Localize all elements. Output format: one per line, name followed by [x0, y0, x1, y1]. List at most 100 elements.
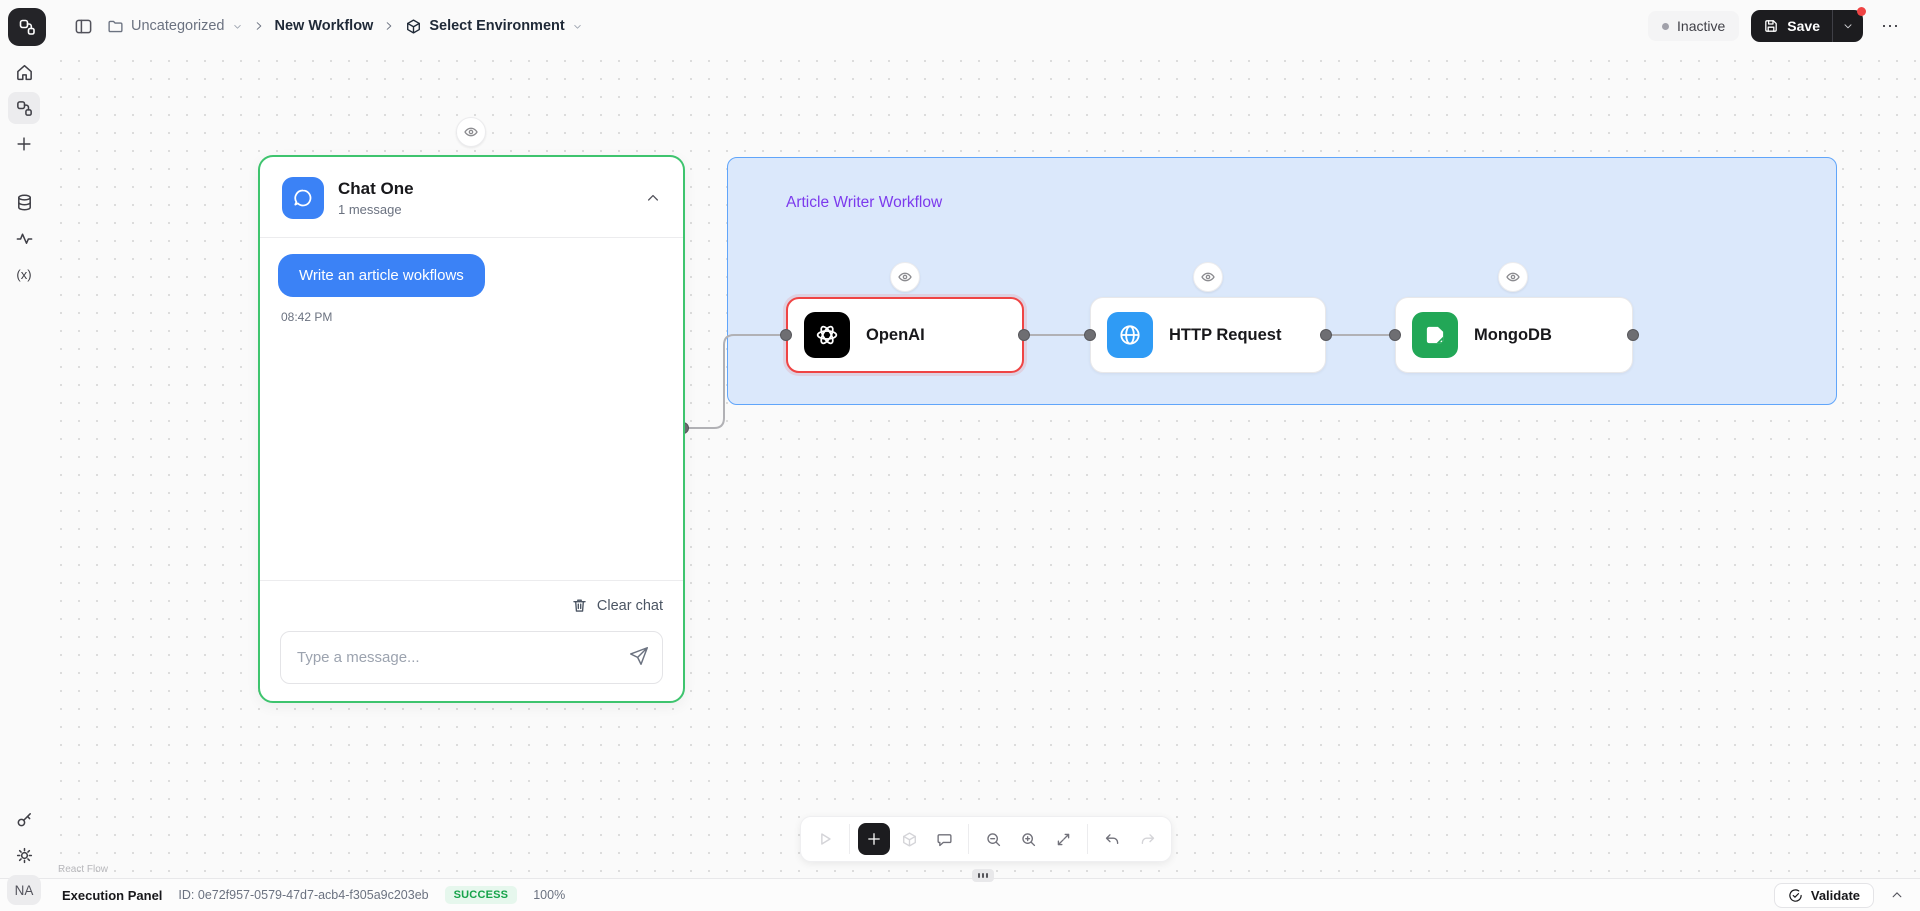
node-openai[interactable]: OpenAI: [786, 297, 1024, 373]
zoom-out-button[interactable]: [977, 823, 1009, 855]
chat-title: Chat One: [338, 179, 414, 199]
play-icon: [816, 830, 834, 848]
node-mongodb[interactable]: MongoDB: [1395, 297, 1633, 373]
sidebar-item-new[interactable]: [8, 128, 40, 160]
validate-button[interactable]: Validate: [1774, 883, 1874, 908]
node-label: MongoDB: [1474, 326, 1552, 345]
zoom-in-icon: [1020, 831, 1037, 848]
sidebar-toggle-icon[interactable]: [70, 13, 97, 40]
http-input-port[interactable]: [1084, 329, 1096, 341]
add-group-button[interactable]: [893, 823, 925, 855]
chat-message-list: Write an article wokflows 08:42 PM: [260, 238, 683, 580]
validate-button-label: Validate: [1811, 888, 1860, 903]
chat-input-wrap: [280, 631, 663, 684]
sidebar-item-credentials[interactable]: [8, 803, 40, 835]
sidebar-item-database[interactable]: [8, 186, 40, 218]
user-avatar[interactable]: NA: [7, 875, 41, 905]
eye-icon: [1200, 269, 1216, 285]
workflow-canvas[interactable]: Article Writer Workflow OpenAI HTTP Requ…: [48, 48, 1920, 878]
save-icon: [1763, 18, 1779, 34]
openai-output-port[interactable]: [1018, 329, 1030, 341]
add-comment-button[interactable]: [928, 823, 960, 855]
execution-run-id: ID: 0e72f957-0579-47d7-acb4-f305a9c203eb: [178, 888, 428, 902]
save-button-label: Save: [1787, 18, 1820, 34]
redo-icon: [1139, 831, 1156, 848]
mongodb-visibility-toggle-icon[interactable]: [1498, 262, 1528, 292]
environment-selector[interactable]: Select Environment: [405, 18, 582, 35]
chat-header-text: Chat One 1 message: [338, 179, 414, 217]
chat-message-count: 1 message: [338, 202, 414, 217]
chevron-down-icon: [1842, 20, 1854, 32]
workflow-status-toggle[interactable]: Inactive: [1648, 11, 1739, 41]
undo-button[interactable]: [1096, 823, 1128, 855]
sidebar-item-home[interactable]: [8, 56, 40, 88]
home-icon: [15, 63, 34, 82]
topbar-actions: Inactive Save ⋯: [1648, 10, 1906, 42]
save-button[interactable]: Save: [1751, 10, 1832, 42]
sidebar-item-settings[interactable]: [8, 839, 40, 871]
run-workflow-button[interactable]: [809, 823, 841, 855]
zoom-in-button[interactable]: [1012, 823, 1044, 855]
chat-message: Write an article wokflows: [278, 254, 485, 297]
openai-input-port[interactable]: [780, 329, 792, 341]
http-output-port[interactable]: [1320, 329, 1332, 341]
chat-footer: Clear chat: [260, 580, 683, 701]
execution-panel-bar: Execution Panel ID: 0e72f957-0579-47d7-a…: [0, 878, 1920, 911]
react-flow-attribution: React Flow: [58, 864, 108, 875]
http-visibility-toggle-icon[interactable]: [1193, 262, 1223, 292]
workflow-group-title: Article Writer Workflow: [786, 194, 942, 212]
workflow-logo-icon: [17, 17, 37, 37]
check-circle-icon: [1788, 888, 1803, 903]
node-http-request[interactable]: HTTP Request: [1090, 297, 1326, 373]
globe-icon: [1107, 312, 1153, 358]
more-options-button[interactable]: ⋯: [1875, 14, 1906, 39]
canvas-toolbar: [800, 816, 1172, 862]
panel-resize-handle[interactable]: [972, 869, 994, 882]
clear-chat-button[interactable]: Clear chat: [571, 593, 663, 618]
chevron-down-icon: [232, 21, 243, 32]
breadcrumb-category[interactable]: Uncategorized: [107, 18, 243, 35]
left-sidebar: (x) NA: [0, 48, 48, 911]
expand-panel-icon[interactable]: [1890, 888, 1904, 902]
cube-icon: [901, 831, 918, 848]
zoom-out-icon: [985, 831, 1002, 848]
mongodb-output-port[interactable]: [1627, 329, 1639, 341]
breadcrumb-workflow-label: New Workflow: [275, 18, 374, 34]
chat-visibility-toggle-icon[interactable]: [456, 117, 486, 147]
chevron-down-icon: [572, 21, 583, 32]
environment-selector-label: Select Environment: [429, 18, 564, 34]
mongodb-input-port[interactable]: [1389, 329, 1401, 341]
chat-collapse-button[interactable]: [645, 190, 661, 206]
breadcrumb: Uncategorized New Workflow Select Enviro…: [70, 13, 583, 40]
chat-actions-row: Clear chat: [280, 593, 663, 618]
openai-icon: [804, 312, 850, 358]
workflow-status-label: Inactive: [1677, 18, 1725, 34]
chevron-right-icon: [253, 20, 265, 32]
send-icon: [628, 645, 650, 667]
unsaved-changes-dot: [1857, 7, 1866, 16]
toolbar-divider: [968, 824, 969, 854]
chat-panel: Chat One 1 message Write an article wokf…: [258, 155, 685, 703]
clear-chat-label: Clear chat: [597, 598, 663, 614]
openai-visibility-toggle-icon[interactable]: [890, 262, 920, 292]
toolbar-divider: [849, 824, 850, 854]
sidebar-item-workflows[interactable]: [8, 92, 40, 124]
sidebar-item-variables[interactable]: (x): [8, 258, 40, 290]
send-message-button[interactable]: [628, 645, 650, 667]
trash-icon: [571, 597, 588, 614]
comment-icon: [936, 831, 953, 848]
activity-icon: [15, 229, 34, 248]
breadcrumb-category-label: Uncategorized: [131, 18, 225, 34]
package-icon: [405, 18, 422, 35]
chat-message-input[interactable]: [280, 631, 663, 684]
breadcrumb-workflow[interactable]: New Workflow: [275, 18, 374, 34]
node-label: OpenAI: [866, 326, 925, 345]
redo-button[interactable]: [1131, 823, 1163, 855]
statusbar-actions: Validate: [1774, 883, 1904, 908]
database-icon: [15, 193, 34, 212]
add-node-button[interactable]: [858, 823, 890, 855]
fit-view-button[interactable]: [1047, 823, 1079, 855]
app-logo[interactable]: [8, 8, 46, 46]
sidebar-item-executions[interactable]: [8, 222, 40, 254]
eye-icon: [463, 124, 479, 140]
